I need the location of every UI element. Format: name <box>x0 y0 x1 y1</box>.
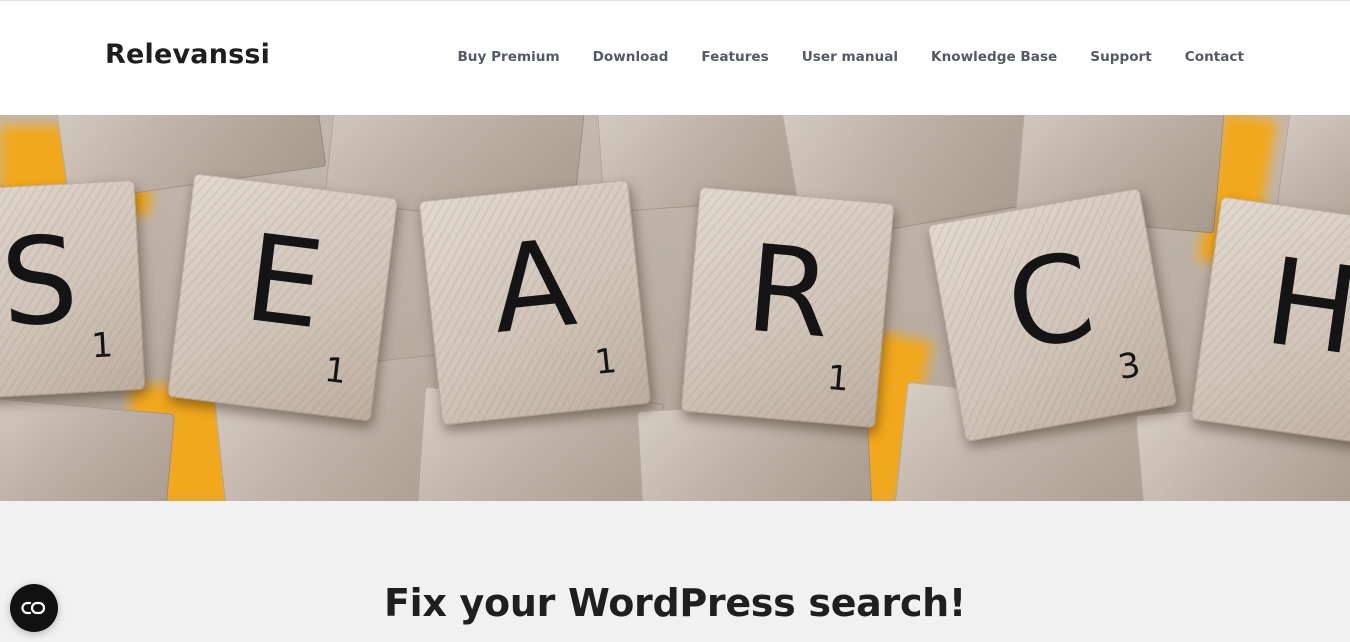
hero-image: S 1 E 1 A 1 R 1 C 3 H 4 <box>0 115 1350 501</box>
tile-letter: E <box>238 209 331 357</box>
cookie-consent-icon <box>21 601 46 615</box>
nav-download[interactable]: Download <box>593 49 669 65</box>
scrabble-tile: C 3 <box>927 188 1178 442</box>
tile-score: 3 <box>1115 344 1144 389</box>
nav-support[interactable]: Support <box>1090 49 1151 65</box>
tile-letter: S <box>0 211 82 354</box>
site-logo[interactable]: Relevanssi <box>105 39 270 70</box>
nav-knowledge-base[interactable]: Knowledge Base <box>931 49 1057 65</box>
scrabble-tile: E 1 <box>167 173 398 422</box>
page-heading: Fix your WordPress search! <box>384 581 966 625</box>
tile-letter: H <box>1257 232 1350 383</box>
nav-features[interactable]: Features <box>701 49 768 65</box>
tile-letter: A <box>485 214 582 361</box>
main-nav: Buy Premium Download Features User manua… <box>457 49 1244 65</box>
site-header: Relevanssi Buy Premium Download Features… <box>0 1 1350 115</box>
nav-buy-premium[interactable]: Buy Premium <box>457 49 559 65</box>
tile-score: 1 <box>592 340 619 383</box>
scrabble-tile: R 1 <box>680 186 895 429</box>
tile-score: 1 <box>90 325 115 367</box>
intro-section: Fix your WordPress search! <box>0 501 1350 642</box>
scrabble-tile: A 1 <box>418 179 652 426</box>
tile-score: 1 <box>322 349 349 393</box>
scrabble-tile: S 1 <box>0 179 146 401</box>
tile-score: 1 <box>825 357 851 400</box>
nav-contact[interactable]: Contact <box>1185 49 1244 65</box>
cookie-consent-button[interactable] <box>10 584 58 632</box>
hero-block <box>0 396 175 501</box>
nav-user-manual[interactable]: User manual <box>802 49 898 65</box>
tile-letter: R <box>741 219 837 366</box>
